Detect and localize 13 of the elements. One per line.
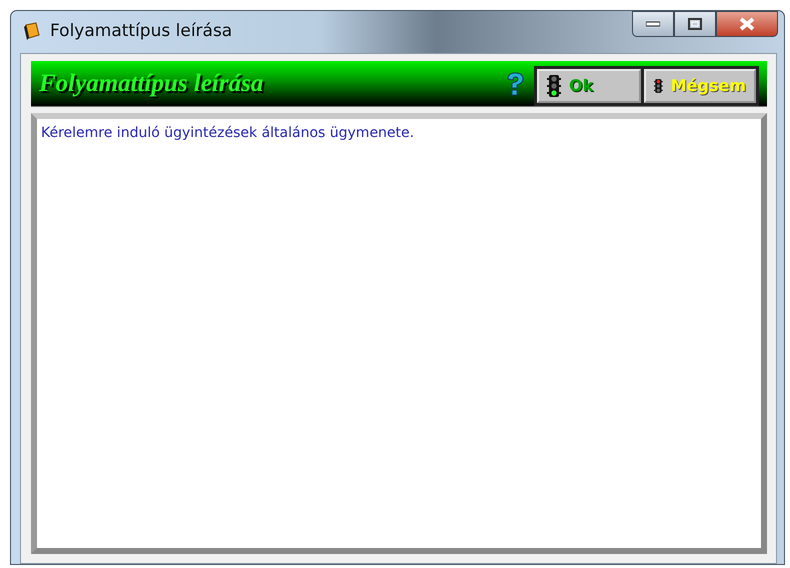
minimize-button[interactable]	[632, 11, 674, 37]
header-title: Folyamattípus leírása	[39, 68, 264, 99]
maximize-icon	[688, 18, 702, 30]
traffic-light-icon	[547, 75, 561, 97]
ok-button[interactable]: Ok	[537, 69, 641, 103]
maximize-button[interactable]	[674, 11, 716, 37]
minimize-icon	[646, 21, 660, 27]
window-title: Folyamattípus leírása	[50, 20, 232, 44]
close-icon	[739, 17, 755, 31]
description-field[interactable]: Kérelemre induló ügyintézések általános ügymenete.	[31, 113, 767, 554]
cancel-button[interactable]: Mégsem	[644, 69, 756, 103]
close-button[interactable]	[716, 11, 778, 37]
book-icon	[22, 22, 42, 42]
